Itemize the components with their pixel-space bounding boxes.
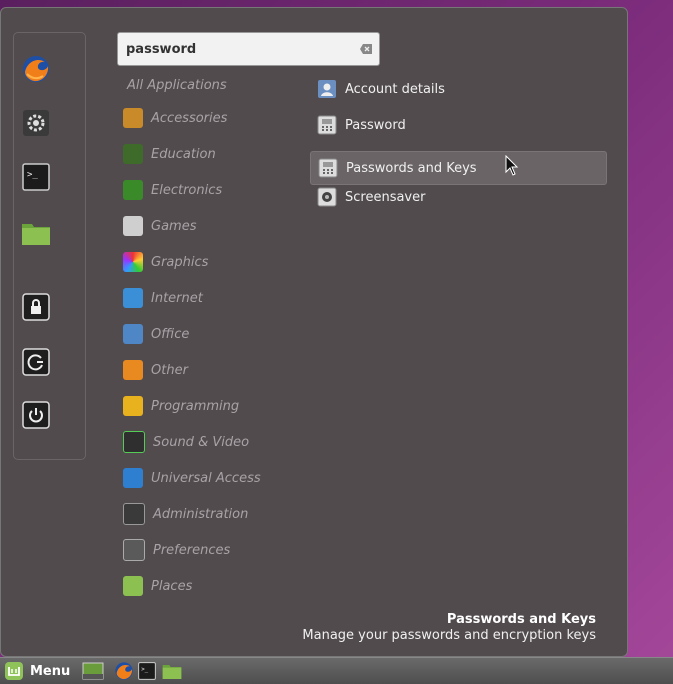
menu-label: Menu (30, 663, 71, 679)
clear-search-icon[interactable] (359, 43, 373, 55)
category-games[interactable]: Games (123, 213, 196, 239)
passwords-keys-icon (318, 158, 338, 178)
selected-app-description: Manage your passwords and encryption key… (302, 628, 596, 643)
other-icon (123, 360, 143, 380)
games-icon (123, 216, 143, 236)
category-label: Accessories (151, 110, 228, 126)
logout-button[interactable] (21, 347, 51, 377)
svg-text:>_: >_ (27, 170, 38, 180)
graphics-icon (123, 252, 143, 272)
universal-access-icon (123, 468, 143, 488)
password-icon (317, 115, 337, 135)
settings-icon (23, 110, 49, 136)
education-icon (123, 144, 143, 164)
favorite-settings[interactable] (21, 108, 51, 138)
result-label: Password (345, 117, 406, 133)
terminal-icon: >_ (22, 163, 50, 191)
result-label: Account details (345, 81, 445, 97)
category-label: Graphics (151, 254, 209, 270)
terminal-icon: >_ (138, 662, 157, 680)
search-field[interactable] (117, 32, 380, 66)
favorite-folder[interactable] (21, 218, 51, 248)
places-icon (123, 576, 143, 596)
category-places[interactable]: Places (123, 573, 192, 599)
internet-icon (123, 288, 143, 308)
category-education[interactable]: Education (123, 141, 216, 167)
result-label: Passwords and Keys (346, 160, 477, 176)
category-universal-access[interactable]: Universal Access (123, 465, 261, 491)
launcher-firefox[interactable] (114, 661, 134, 681)
firefox-icon (115, 662, 133, 680)
category-label: Other (151, 362, 188, 378)
category-programming[interactable]: Programming (123, 393, 239, 419)
category-accessories[interactable]: Accessories (123, 105, 227, 131)
office-icon (123, 324, 143, 344)
shutdown-button[interactable] (21, 400, 51, 430)
selected-app-title: Passwords and Keys (446, 612, 596, 627)
category-label: Places (151, 578, 193, 594)
result-account-details[interactable]: Account details (310, 72, 607, 106)
taskbar-panel: Menu >_ (0, 657, 673, 684)
category-office[interactable]: Office (123, 321, 189, 347)
svg-text:>_: >_ (141, 667, 148, 673)
menu-button[interactable]: Menu (4, 661, 70, 681)
result-screensaver[interactable]: Screensaver (310, 180, 607, 214)
category-label: Internet (151, 290, 203, 306)
favorite-terminal[interactable]: >_ (21, 162, 51, 192)
show-desktop-icon (82, 662, 104, 680)
category-label: Preferences (153, 542, 231, 558)
show-desktop-button[interactable] (82, 662, 104, 680)
category-label: Sound & Video (153, 434, 250, 450)
launcher-terminal[interactable]: >_ (138, 662, 157, 680)
category-internet[interactable]: Internet (123, 285, 203, 311)
preferences-icon (123, 539, 145, 561)
result-label: Screensaver (345, 189, 426, 205)
programming-icon (123, 396, 143, 416)
category-graphics[interactable]: Graphics (123, 249, 208, 275)
logout-icon (22, 348, 50, 376)
mint-logo-icon (5, 662, 23, 680)
category-electronics[interactable]: Electronics (123, 177, 222, 203)
category-all-applications[interactable]: All Applications (123, 72, 227, 98)
lock-screen-button[interactable] (21, 292, 51, 322)
application-menu: >_ password All Applications Accessories… (0, 7, 628, 657)
category-label: Games (151, 218, 197, 234)
user-account-icon (318, 80, 336, 98)
favorite-firefox[interactable] (21, 54, 51, 84)
folder-icon (162, 665, 182, 679)
category-label: Administration (153, 506, 249, 522)
launcher-files[interactable] (162, 662, 182, 680)
folder-icon (22, 224, 50, 245)
result-password[interactable]: Password (310, 108, 607, 142)
category-label: All Applications (127, 77, 227, 93)
lock-screen-icon (22, 293, 50, 321)
category-label: Universal Access (151, 470, 261, 486)
category-label: Electronics (151, 182, 223, 198)
administration-icon (123, 503, 145, 525)
category-label: Education (151, 146, 216, 162)
category-preferences[interactable]: Preferences (123, 537, 230, 563)
category-label: Office (151, 326, 190, 342)
sound-video-icon (123, 431, 145, 453)
mouse-cursor-icon (505, 155, 519, 176)
category-administration[interactable]: Administration (123, 501, 248, 527)
screensaver-icon (317, 187, 337, 207)
search-input[interactable] (118, 40, 358, 58)
firefox-icon (23, 56, 49, 82)
accessories-icon (123, 108, 143, 128)
electronics-icon (123, 180, 143, 200)
category-sound-video[interactable]: Sound & Video (123, 429, 249, 455)
category-label: Programming (151, 398, 240, 414)
power-icon (22, 401, 50, 429)
category-other[interactable]: Other (123, 357, 188, 383)
